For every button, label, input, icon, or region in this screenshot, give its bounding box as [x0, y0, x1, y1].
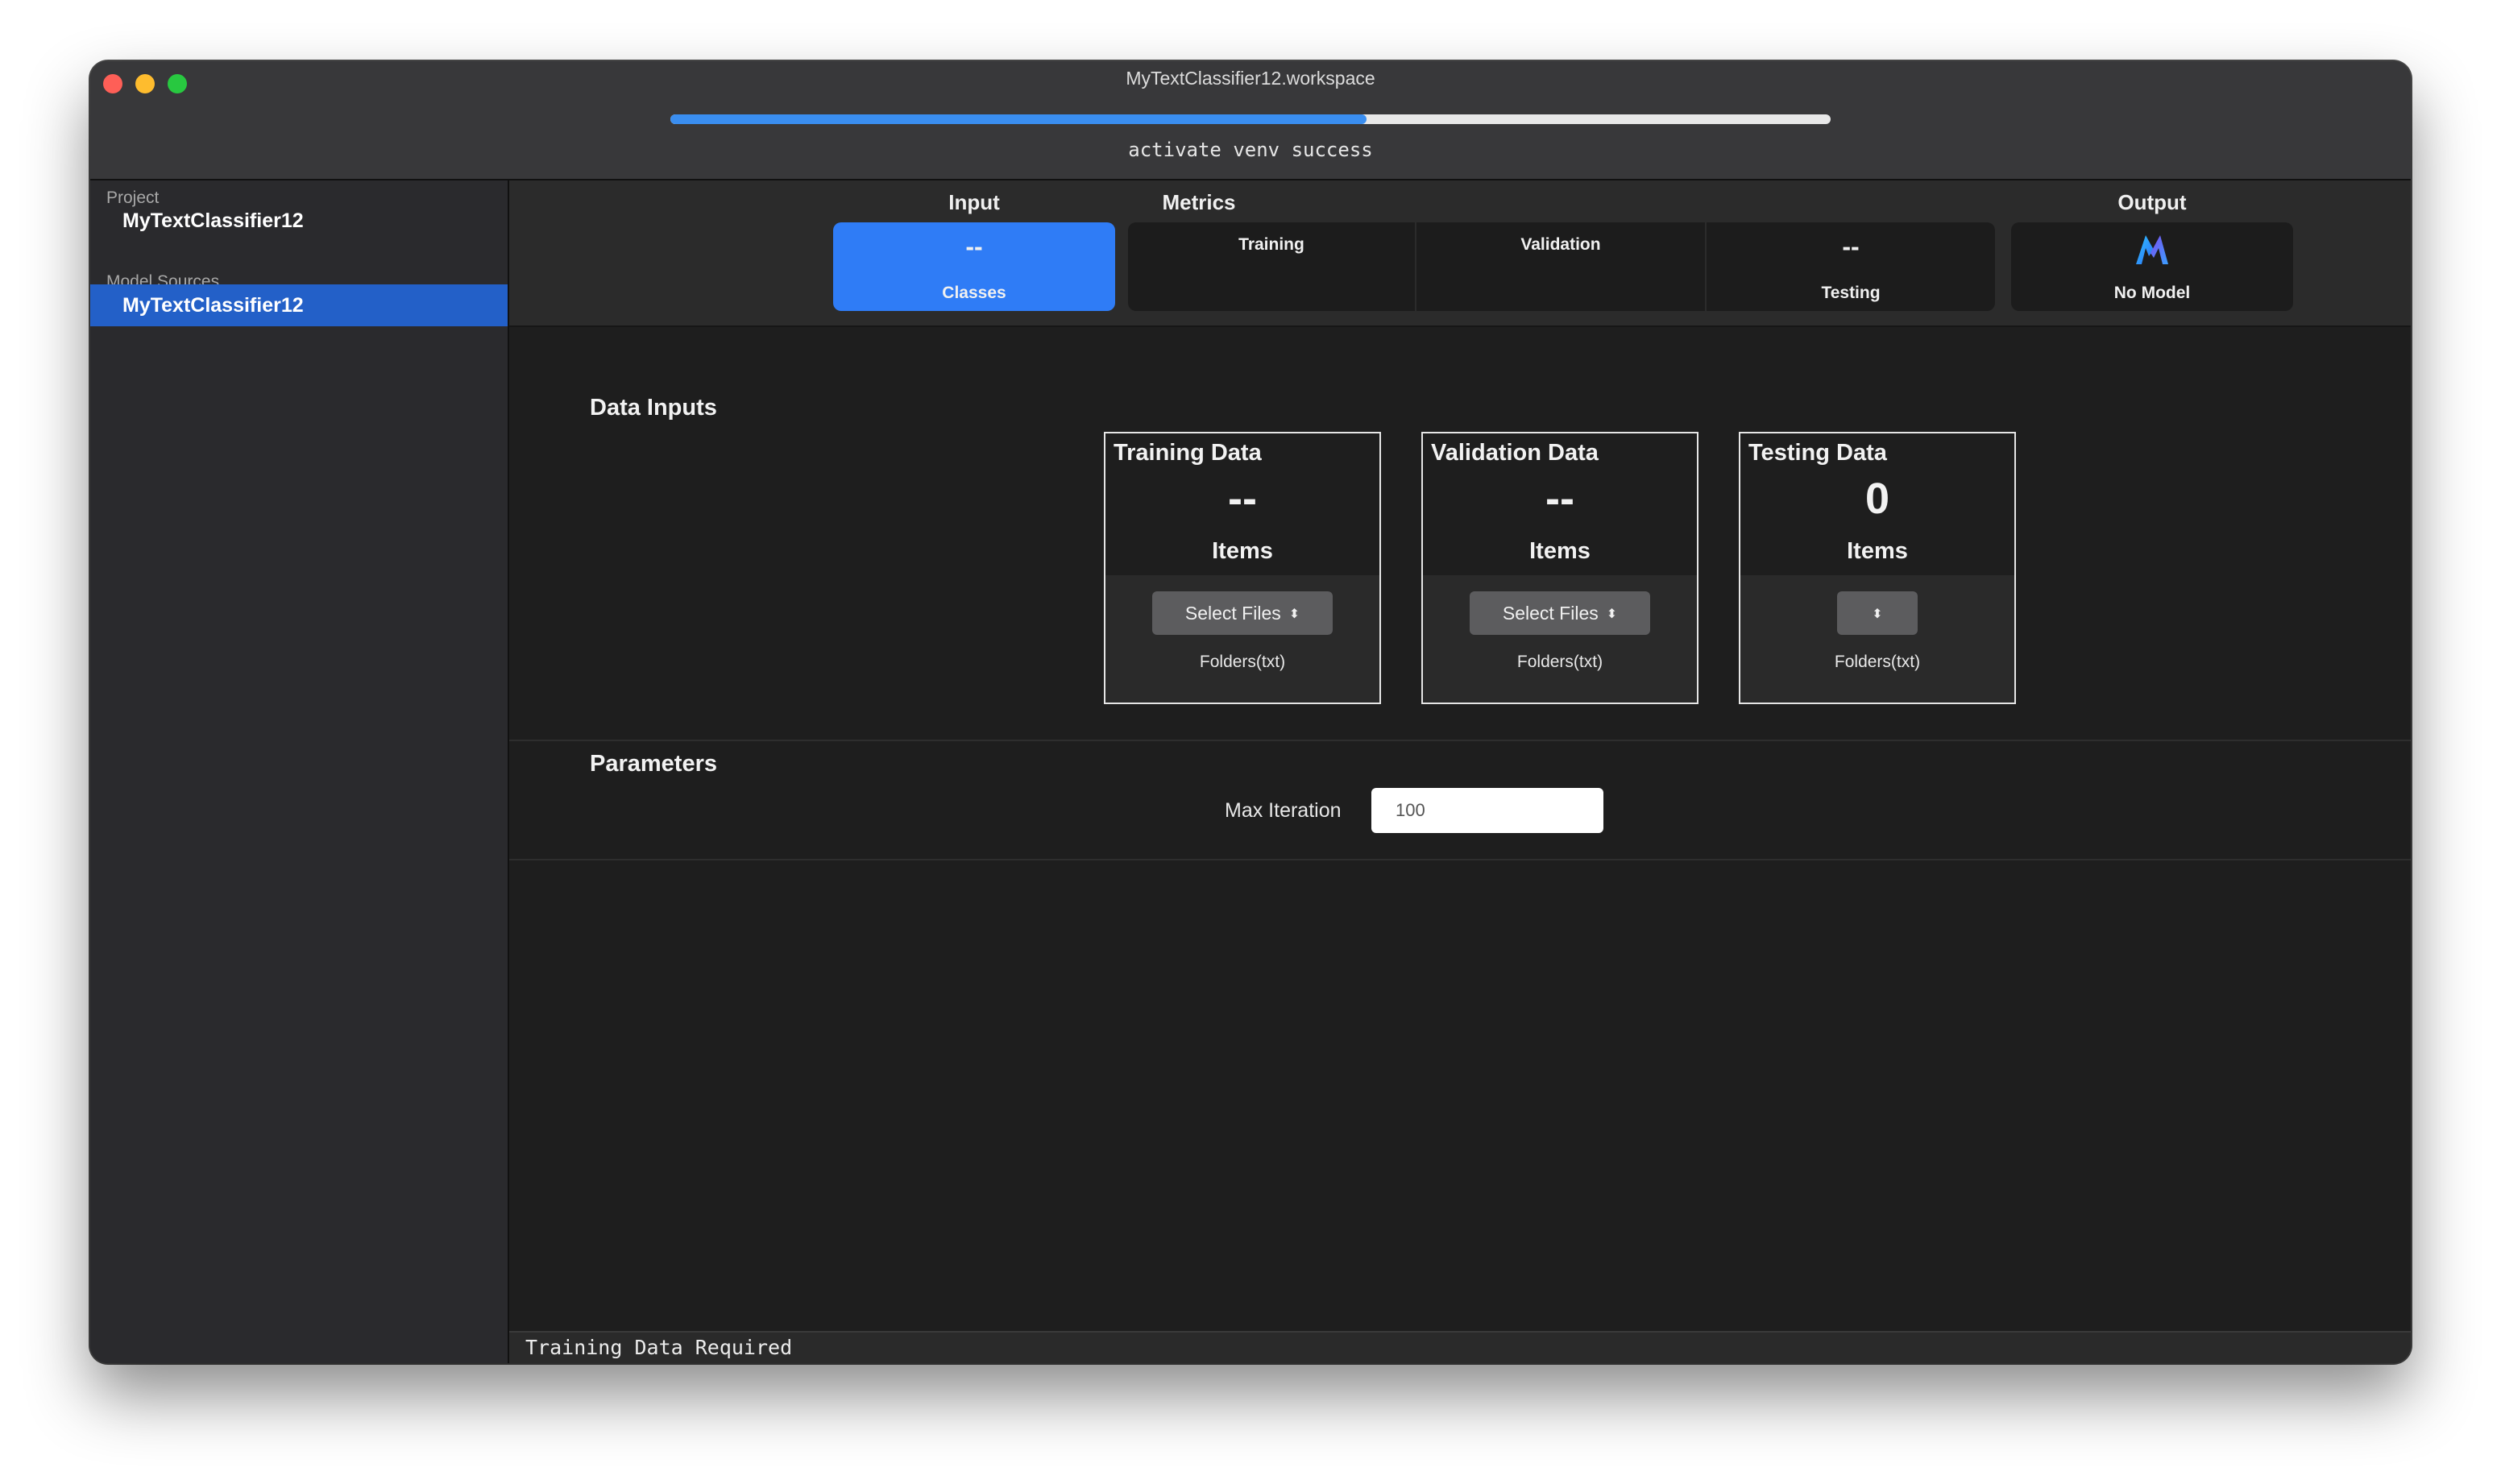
- data-inputs-title: Data Inputs: [590, 395, 717, 421]
- tab-group-metrics-heading: Metrics: [1162, 190, 1236, 214]
- tab-metrics-validation[interactable]: Validation: [1416, 222, 1707, 311]
- validation-data-unit: Items: [1529, 538, 1591, 564]
- testing-data-unit: Items: [1847, 538, 1908, 564]
- updown-chevron-icon: ⬍: [1288, 607, 1300, 621]
- max-iteration-label: Max Iteration: [1225, 799, 1342, 822]
- title-bar: MyTextClassifier12.workspace activate ve…: [90, 61, 2411, 180]
- validation-select-files-button[interactable]: Select Files ⬍: [1470, 591, 1650, 635]
- sidebar-item-project[interactable]: MyTextClassifier12: [90, 200, 508, 242]
- sidebar: Project MyTextClassifier12 Model Sources…: [90, 180, 509, 1363]
- validation-label: Validation: [1520, 235, 1601, 254]
- updown-chevron-icon: ⬍: [1872, 607, 1883, 621]
- output-model-label: No Model: [2113, 284, 2191, 302]
- tab-metrics: Training Validation -- Testing: [1128, 222, 1995, 311]
- training-data-count: --: [1228, 475, 1257, 523]
- window-title: MyTextClassifier12.workspace: [1126, 68, 1375, 89]
- updown-chevron-icon: ⬍: [1606, 607, 1618, 621]
- tab-group-output-heading: Output: [2117, 190, 2187, 214]
- footer-message: Training Data Required: [525, 1336, 793, 1359]
- testing-label: Testing: [1821, 284, 1881, 302]
- training-data-unit: Items: [1212, 538, 1273, 564]
- training-data-card[interactable]: Training Data -- Items Select Files ⬍ Fol…: [1104, 432, 1381, 704]
- validation-select-files-label: Select Files: [1502, 603, 1599, 624]
- classes-count: --: [965, 232, 983, 261]
- parameters-title: Parameters: [590, 751, 717, 777]
- training-select-files-button[interactable]: Select Files ⬍: [1152, 591, 1333, 635]
- section-divider: [509, 740, 2411, 741]
- training-select-files-label: Select Files: [1184, 603, 1281, 624]
- training-label: Training: [1238, 235, 1304, 254]
- status-message: activate venv success: [1128, 139, 1373, 161]
- section-divider: [509, 859, 2411, 860]
- testing-data-title: Testing Data: [1748, 440, 1887, 466]
- training-data-title: Training Data: [1114, 440, 1262, 466]
- tab-metrics-testing[interactable]: -- Testing: [1707, 222, 1995, 311]
- tab-metrics-training[interactable]: Training: [1128, 222, 1416, 311]
- testing-data-hint: Folders(txt): [1834, 653, 1921, 671]
- testing-data-count: 0: [1864, 475, 1890, 523]
- sidebar-item-model-source[interactable]: MyTextClassifier12: [90, 284, 508, 326]
- validation-data-count: --: [1545, 475, 1574, 523]
- validation-data-card[interactable]: Validation Data -- Items Select Files ⬍ F…: [1421, 432, 1698, 704]
- create-ml-logo-icon: [2136, 235, 2168, 264]
- progress-bar-fill: [670, 114, 1367, 124]
- tab-output-model[interactable]: No Model: [2011, 222, 2293, 311]
- tab-bar: Input Metrics Output -- Classes Training…: [509, 180, 2411, 327]
- classes-label: Classes: [942, 284, 1006, 302]
- testing-data-card[interactable]: Testing Data 0 Items ⬍ Folders(txt): [1739, 432, 2016, 704]
- tab-input-classes[interactable]: -- Classes: [833, 222, 1115, 311]
- training-data-hint: Folders(txt): [1199, 653, 1286, 671]
- max-iteration-input[interactable]: [1371, 788, 1603, 833]
- testing-select-files-button[interactable]: ⬍: [1837, 591, 1918, 635]
- status-footer: Training Data Required: [509, 1331, 2411, 1363]
- testing-value: --: [1842, 232, 1860, 261]
- app-window: MyTextClassifier12.workspace activate ve…: [90, 61, 2411, 1363]
- validation-data-title: Validation Data: [1431, 440, 1599, 466]
- validation-data-hint: Folders(txt): [1516, 653, 1603, 671]
- main-content: Input Metrics Output -- Classes Training…: [509, 180, 2411, 1363]
- progress-bar: [670, 114, 1831, 124]
